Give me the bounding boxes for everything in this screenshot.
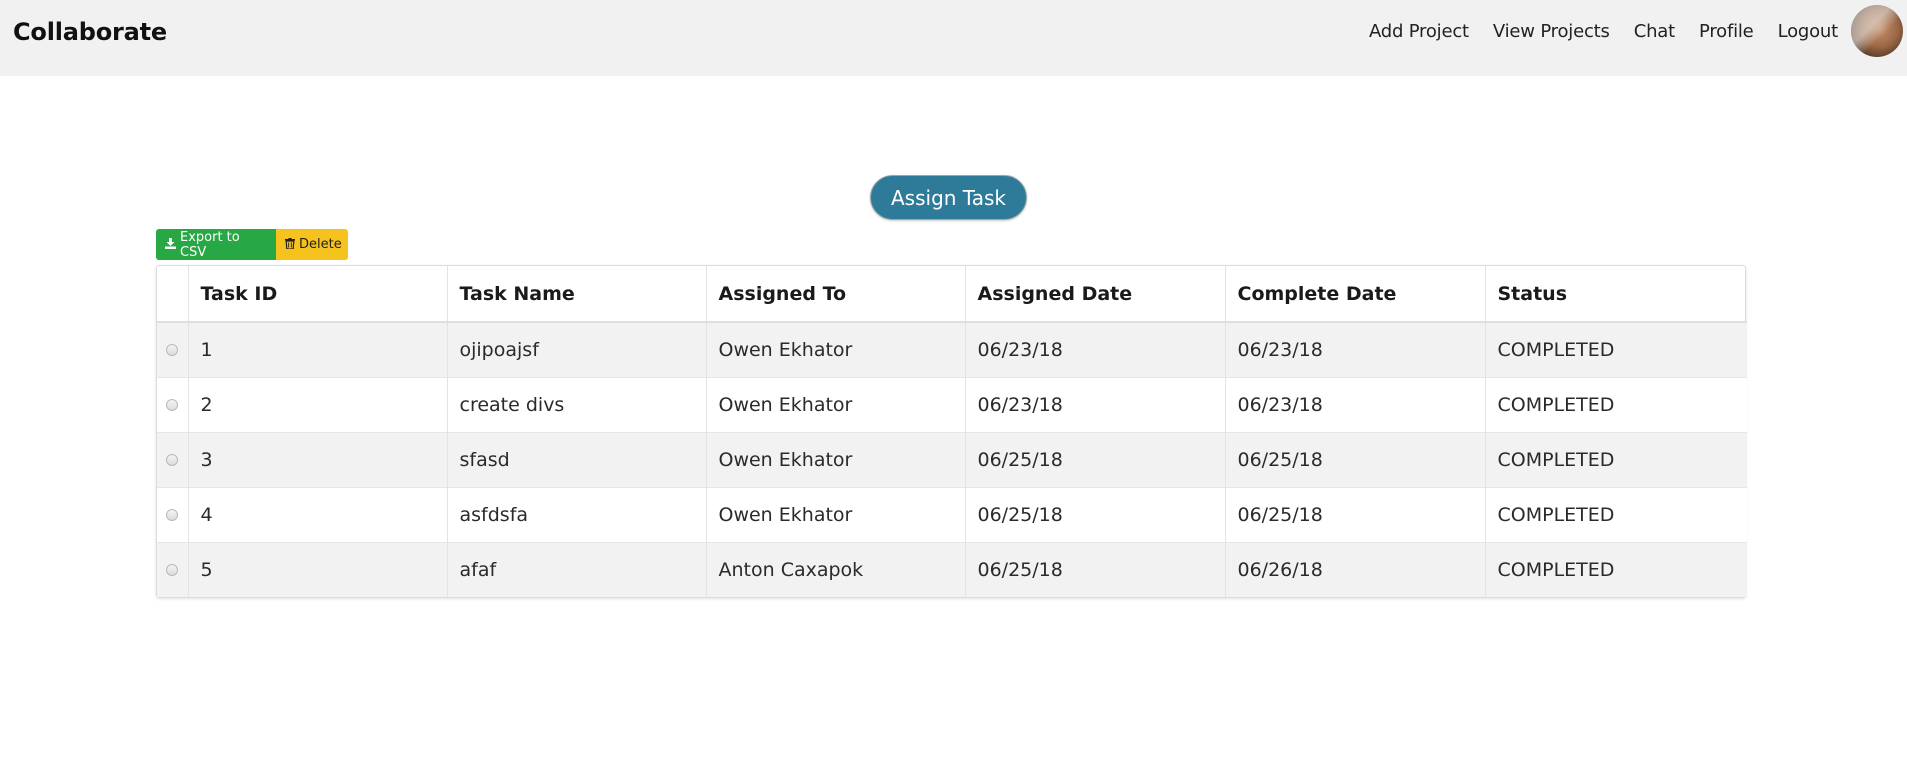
top-navbar: Collaborate Add Project View Projects Ch…: [0, 0, 1907, 76]
table-row[interactable]: 4 asfdsfa Owen Ekhator 06/25/18 06/25/18…: [157, 487, 1747, 542]
cell-task-id: 2: [188, 377, 448, 432]
cell-complete-date: 06/25/18: [1225, 432, 1486, 487]
row-select-radio[interactable]: [166, 399, 179, 411]
nav-view-projects[interactable]: View Projects: [1493, 21, 1610, 42]
cell-task-id: 4: [188, 487, 448, 542]
cell-status: COMPLETED: [1497, 558, 1615, 581]
export-csv-button[interactable]: Export to CSV: [156, 229, 276, 260]
row-select-cell: [157, 432, 189, 487]
cell-status: COMPLETED: [1497, 338, 1615, 361]
row-select-cell: [157, 542, 189, 597]
header-status[interactable]: Status: [1485, 266, 1747, 322]
cell-assigned-date: 06/25/18: [965, 487, 1226, 542]
header-select: [157, 266, 189, 322]
table-header-row: Task ID Task Name Assigned To Assigned D…: [157, 266, 1747, 322]
cell-assigned-to: Owen Ekhator: [706, 487, 966, 542]
assign-task-button[interactable]: Assign Task: [870, 175, 1027, 220]
cell-complete-date: 06/25/18: [1225, 487, 1486, 542]
table-row[interactable]: 3 sfasd Owen Ekhator 06/25/18 06/25/18 C…: [157, 432, 1747, 487]
row-select-radio[interactable]: [166, 344, 179, 357]
table-row[interactable]: 1 ojipoajsf Owen Ekhator 06/23/18 06/23/…: [157, 322, 1747, 377]
row-select-cell: [157, 377, 189, 432]
cell-task-name: ojipoajsf: [447, 322, 707, 377]
cell-status: COMPLETED: [1497, 393, 1615, 416]
cell-assigned-date: 06/23/18: [965, 377, 1226, 432]
nav-add-project[interactable]: Add Project: [1369, 21, 1469, 42]
download-icon: [165, 237, 176, 252]
cell-assigned-to: Anton Caxapok: [706, 542, 966, 597]
trash-icon: [285, 237, 295, 252]
table-row[interactable]: 2 create divs Owen Ekhator 06/23/18 06/2…: [157, 377, 1747, 432]
cell-task-name: create divs: [447, 377, 707, 432]
cell-assigned-to: Owen Ekhator: [706, 377, 966, 432]
row-select-cell: [157, 487, 189, 542]
header-task-name[interactable]: Task Name: [447, 266, 707, 322]
table-row[interactable]: 5 afaf Anton Caxapok 06/25/18 06/26/18 C…: [157, 542, 1747, 597]
cell-task-name: sfasd: [447, 432, 707, 487]
row-select-radio[interactable]: [166, 509, 179, 521]
tasks-table: Task ID Task Name Assigned To Assigned D…: [156, 265, 1747, 598]
cell-complete-date: 06/23/18: [1225, 322, 1486, 377]
brand-logo[interactable]: Collaborate: [13, 18, 167, 46]
row-select-radio[interactable]: [166, 564, 179, 577]
cell-task-id: 5: [188, 542, 448, 597]
nav-logout[interactable]: Logout: [1778, 21, 1839, 42]
nav-links: Add Project View Projects Chat Profile L…: [1369, 0, 1907, 62]
header-assigned-to[interactable]: Assigned To: [706, 266, 966, 322]
cell-complete-date: 06/26/18: [1225, 542, 1486, 597]
delete-button[interactable]: Delete: [276, 229, 348, 260]
cell-task-id: 1: [188, 322, 448, 377]
cell-assigned-to: Owen Ekhator: [706, 322, 966, 377]
header-complete-date[interactable]: Complete Date: [1225, 266, 1486, 322]
header-task-id[interactable]: Task ID: [188, 266, 448, 322]
cell-task-name: asfdsfa: [447, 487, 707, 542]
cell-assigned-to: Owen Ekhator: [706, 432, 966, 487]
cell-assigned-date: 06/23/18: [965, 322, 1226, 377]
table-toolbar: Export to CSV Delete: [156, 229, 348, 260]
cell-status: COMPLETED: [1497, 503, 1615, 526]
delete-label: Delete: [299, 237, 342, 252]
cell-task-name: afaf: [447, 542, 707, 597]
export-csv-label: Export to CSV: [180, 229, 240, 260]
header-assigned-date[interactable]: Assigned Date: [965, 266, 1226, 322]
cell-complete-date: 06/23/18: [1225, 377, 1486, 432]
avatar-image: [1851, 5, 1903, 57]
row-select-radio[interactable]: [166, 454, 179, 466]
cell-assigned-date: 06/25/18: [965, 542, 1226, 597]
cell-assigned-date: 06/25/18: [965, 432, 1226, 487]
avatar[interactable]: [1851, 5, 1903, 57]
row-select-cell: [157, 322, 189, 377]
nav-chat[interactable]: Chat: [1634, 21, 1675, 42]
nav-profile[interactable]: Profile: [1699, 21, 1754, 42]
cell-task-id: 3: [188, 432, 448, 487]
cell-status: COMPLETED: [1497, 448, 1615, 471]
